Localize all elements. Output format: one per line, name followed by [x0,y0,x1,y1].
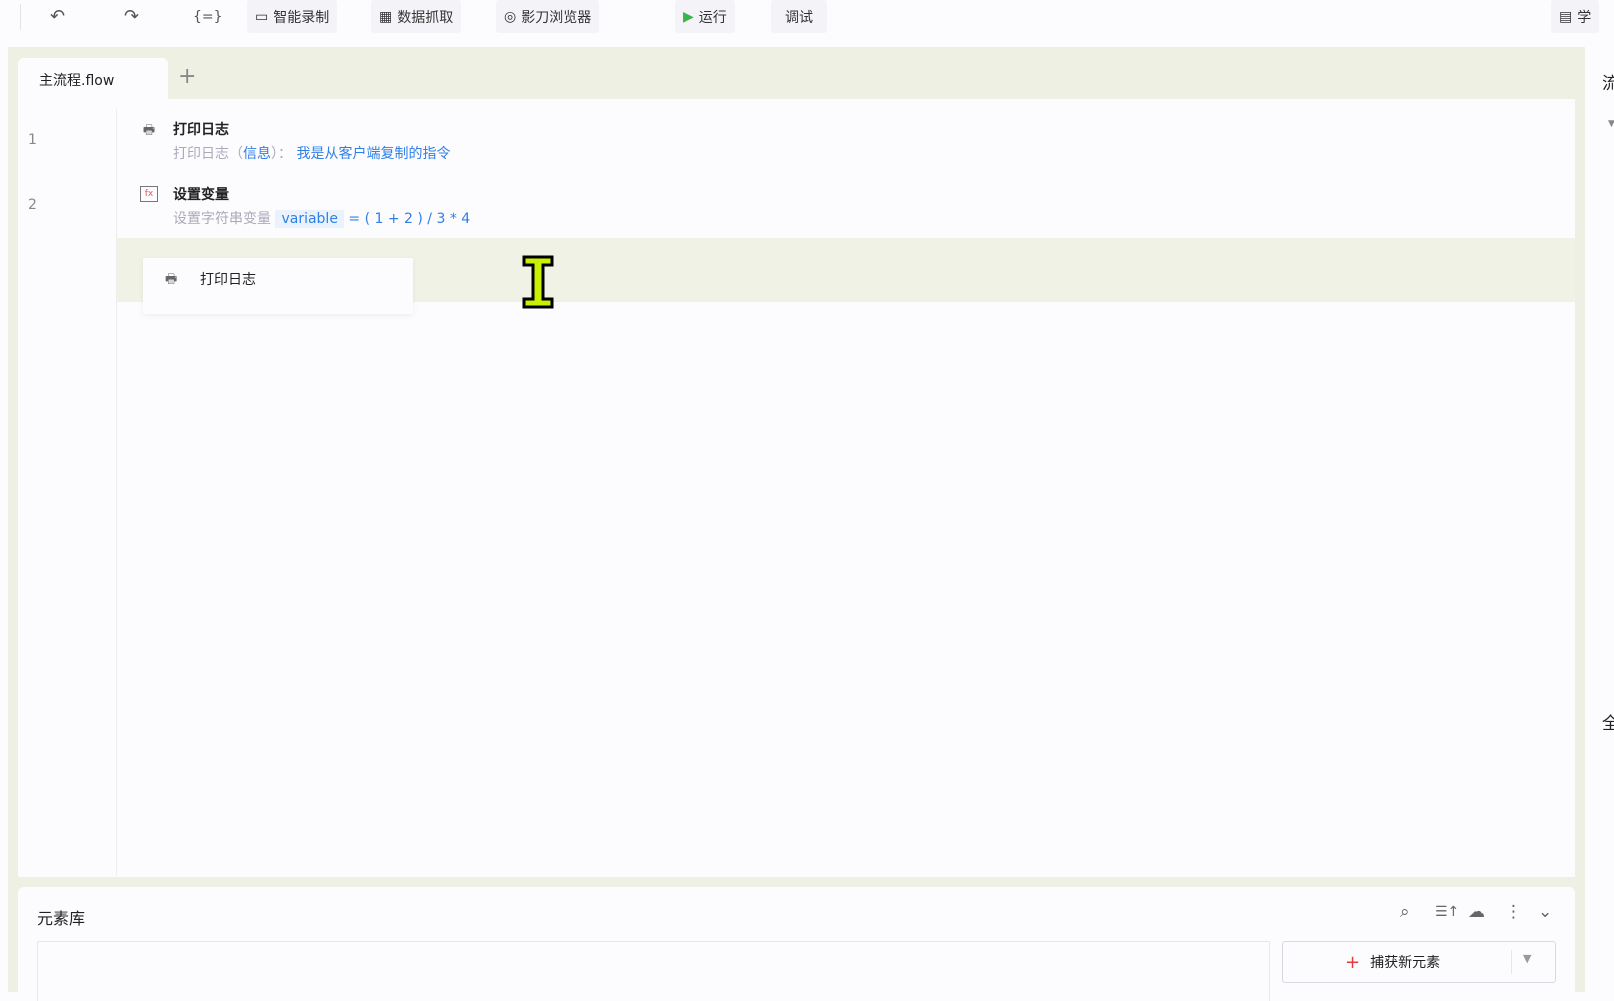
undo-icon[interactable]: ↶ [50,6,65,27]
line-number: 2 [28,197,37,213]
step-description: 打印日志（信息）： 我是从客户端复制的指令 [173,146,451,162]
play-icon: ▶ [683,8,694,25]
step-description: 设置字符串变量 variable = ( 1 + 2 ) / 3 * 4 [173,210,471,228]
debug-button[interactable]: 调试 [771,0,827,33]
add-tab-button[interactable]: + [178,64,196,89]
variables-icon[interactable]: {=} [193,9,223,25]
dropdown-arrow-icon[interactable]: ▼ [1523,952,1531,965]
dragged-step-card[interactable]: 🖶 打印日志 [143,258,413,314]
printer-icon: 🖶 [142,123,156,138]
browser-icon: ◎ [504,8,517,25]
learn-button[interactable]: ▤ 学 [1551,0,1600,33]
redo-icon[interactable]: ↷ [124,6,139,27]
printer-icon: 🖶 [165,272,178,287]
chevron-down-icon[interactable]: ⌄ [1538,902,1552,922]
function-icon: fx [140,186,158,202]
table-icon: ▦ [379,8,393,25]
tab-main-flow[interactable]: 主流程.flow [18,58,168,99]
smart-record-button[interactable]: ▭ 智能录制 [247,0,338,33]
caret-icon[interactable]: ▼ [1608,119,1614,129]
data-scrape-button[interactable]: ▦ 数据抓取 [371,0,462,33]
run-button[interactable]: ▶ 运行 [675,0,735,33]
divider [1511,950,1512,974]
browser-button[interactable]: ◎ 影刀浏览器 [496,0,600,33]
line-number: 1 [28,132,37,148]
book-icon: ▤ [1559,8,1573,25]
search-icon[interactable]: ⌕ [1400,902,1410,922]
toolbar-divider [20,4,21,30]
variable-chip: variable [275,210,344,228]
sort-icon[interactable]: ☰↑ [1435,904,1459,920]
element-list[interactable] [37,941,1270,1001]
right-panel: 流 ▼ 全 [1585,47,1614,992]
capture-element-button[interactable]: + 捕获新元素 ▼ [1282,941,1556,983]
toolbar: ↶ ↷ {=} ▭ 智能录制 ▦ 数据抓取 ◎ 影刀浏览器 ▶ 运行 调试 ▤ 学 [0,0,1614,47]
video-icon: ▭ [255,8,269,25]
element-library-panel: 元素库 ⌕ ☰↑ ☁ ⋮ ⌄ + 捕获新元素 ▼ [18,887,1575,1001]
more-icon[interactable]: ⋮ [1505,902,1522,922]
text-cursor-icon [522,255,554,309]
gutter-divider [116,108,117,876]
upload-cloud-icon[interactable]: ☁ [1468,902,1485,922]
